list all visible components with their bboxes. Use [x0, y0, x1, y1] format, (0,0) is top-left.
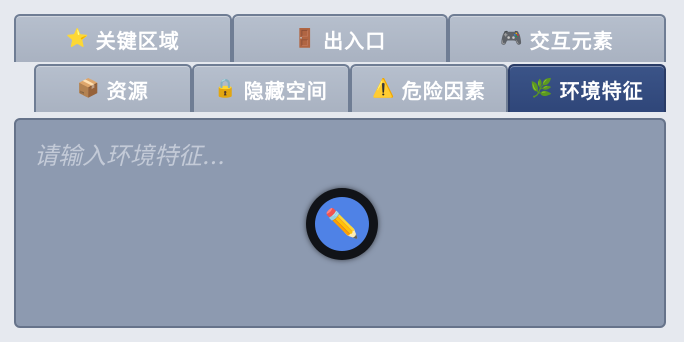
tab-hidden-space[interactable]: 🔒 隐藏空间 — [192, 64, 350, 112]
lock-icon: 🔒 — [214, 78, 238, 99]
edit-button[interactable]: ✏️ — [306, 188, 378, 260]
tab-label: 环境特征 — [559, 78, 644, 103]
tab-label: 出入口 — [323, 28, 387, 53]
tab-label: 关键区域 — [95, 28, 180, 53]
tab-panel: ⭐ 关键区域 🚪 出入口 🎮 交互元素 📦 资源 🔒 隐藏空间 ⚠️ 危险因素 … — [0, 0, 684, 342]
warning-icon: ⚠️ — [372, 78, 396, 99]
package-icon: 📦 — [77, 78, 101, 99]
tab-label: 交互元素 — [529, 28, 614, 53]
star-icon: ⭐ — [66, 28, 90, 49]
tab-hazards[interactable]: ⚠️ 危险因素 — [350, 64, 508, 112]
tab-label: 隐藏空间 — [243, 78, 328, 103]
tab-label: 危险因素 — [401, 78, 486, 103]
tab-entrances[interactable]: 🚪 出入口 — [232, 14, 448, 62]
tab-environment[interactable]: 🌿 环境特征 — [508, 64, 666, 112]
herb-icon: 🌿 — [530, 78, 554, 99]
tab-resources[interactable]: 📦 资源 — [34, 64, 192, 112]
tab-key-areas[interactable]: ⭐ 关键区域 — [14, 14, 232, 62]
edit-button-face: ✏️ — [315, 197, 369, 251]
gamepad-icon: 🎮 — [500, 28, 524, 49]
door-icon: 🚪 — [293, 28, 318, 49]
tab-interactive[interactable]: 🎮 交互元素 — [448, 14, 666, 62]
pencil-icon: ✏️ — [324, 207, 360, 240]
tab-content-area: ✏️ — [14, 118, 666, 328]
environment-input[interactable] — [34, 138, 644, 174]
tab-label: 资源 — [106, 78, 149, 103]
